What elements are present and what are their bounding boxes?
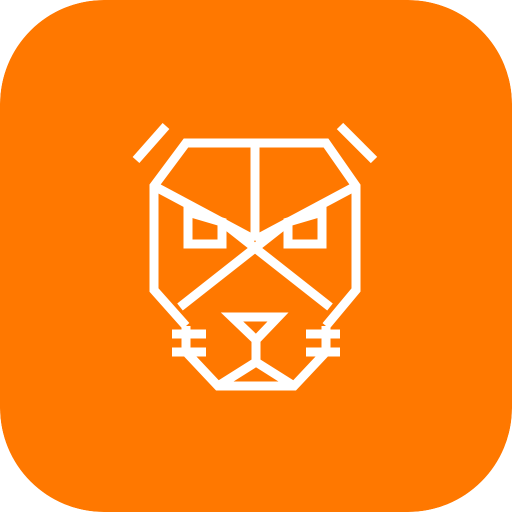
icon-background [0, 0, 512, 512]
app-icon-graphic [0, 0, 512, 512]
app-icon[interactable] [0, 0, 512, 512]
